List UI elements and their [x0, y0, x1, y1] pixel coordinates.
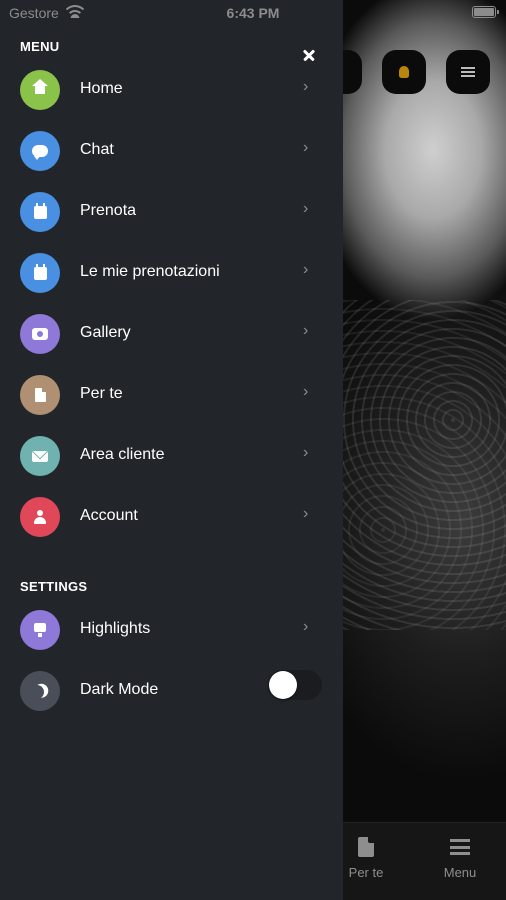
menu-item-label: Account	[80, 507, 138, 524]
tab-menu[interactable]: Menu	[430, 835, 490, 880]
hamburger-icon	[461, 67, 475, 77]
menu-button[interactable]	[446, 50, 490, 94]
menu-item-gallery[interactable]: Gallery ›	[0, 304, 343, 365]
battery-icon	[472, 6, 499, 18]
calendar-icon	[20, 192, 60, 232]
chevron-right-icon: ›	[303, 139, 309, 156]
menu-item-label: Area cliente	[80, 446, 165, 463]
menu-item-label: Le mie prenotazioni	[80, 263, 220, 280]
settings-item-dark-mode: Dark Mode	[0, 661, 343, 722]
menu-item-le-mie-prenotazioni[interactable]: Le mie prenotazioni ›	[0, 243, 343, 304]
chevron-right-icon: ›	[303, 78, 309, 95]
menu-item-label: Chat	[80, 141, 114, 158]
camera-icon	[20, 314, 60, 354]
chat-icon	[20, 131, 60, 171]
settings-item-label: Highlights	[80, 620, 151, 637]
chevron-right-icon: ›	[303, 200, 309, 217]
clock: 6:43 PM	[226, 5, 280, 21]
menu-item-label: Prenota	[80, 202, 137, 219]
moon-icon	[20, 671, 60, 711]
menu-item-label: Per te	[80, 385, 123, 402]
home-icon	[20, 70, 60, 110]
toggle-knob	[269, 671, 297, 699]
menu-item-chat[interactable]: Chat ›	[0, 121, 343, 182]
tab-label: Menu	[443, 865, 477, 880]
chevron-right-icon: ›	[303, 322, 309, 339]
lightbulb-icon	[399, 66, 409, 78]
user-icon	[20, 497, 60, 537]
menu-item-home[interactable]: Home ›	[0, 60, 343, 121]
tab-per-te[interactable]: Per te	[336, 835, 396, 880]
menu-icon	[450, 839, 470, 855]
menu-item-label: Gallery	[80, 324, 131, 341]
chevron-right-icon: ›	[303, 505, 309, 522]
tab-label: Per te	[348, 865, 384, 880]
chevron-right-icon: ›	[303, 261, 309, 278]
settings-item-highlights[interactable]: Highlights ›	[0, 600, 343, 661]
calendar-icon	[20, 253, 60, 293]
highlights-button[interactable]	[382, 50, 426, 94]
settings-section-title: SETTINGS	[20, 579, 88, 594]
settings-item-label: Dark Mode	[80, 681, 159, 698]
hero-photo-texture	[343, 300, 506, 630]
menu-item-prenota[interactable]: Prenota ›	[0, 182, 343, 243]
document-icon	[358, 837, 374, 857]
highlights-icon	[20, 610, 60, 650]
menu-item-label: Home	[80, 80, 123, 97]
menu-section-title: MENU	[20, 39, 60, 54]
menu-item-per-te[interactable]: Per te ›	[0, 365, 343, 426]
menu-item-account[interactable]: Account ›	[0, 487, 343, 548]
menu-item-area-cliente[interactable]: Area cliente ›	[0, 426, 343, 487]
chevron-right-icon: ›	[303, 383, 309, 400]
chevron-right-icon: ›	[303, 444, 309, 461]
side-drawer: MENU Home › Chat › Prenota › Le mie pren…	[0, 0, 343, 900]
dark-mode-toggle[interactable]	[268, 670, 322, 700]
chevron-right-icon: ›	[303, 618, 309, 635]
mail-icon	[20, 436, 60, 476]
status-bar: Gestore 6:43 PM	[0, 0, 506, 28]
document-icon	[20, 375, 60, 415]
